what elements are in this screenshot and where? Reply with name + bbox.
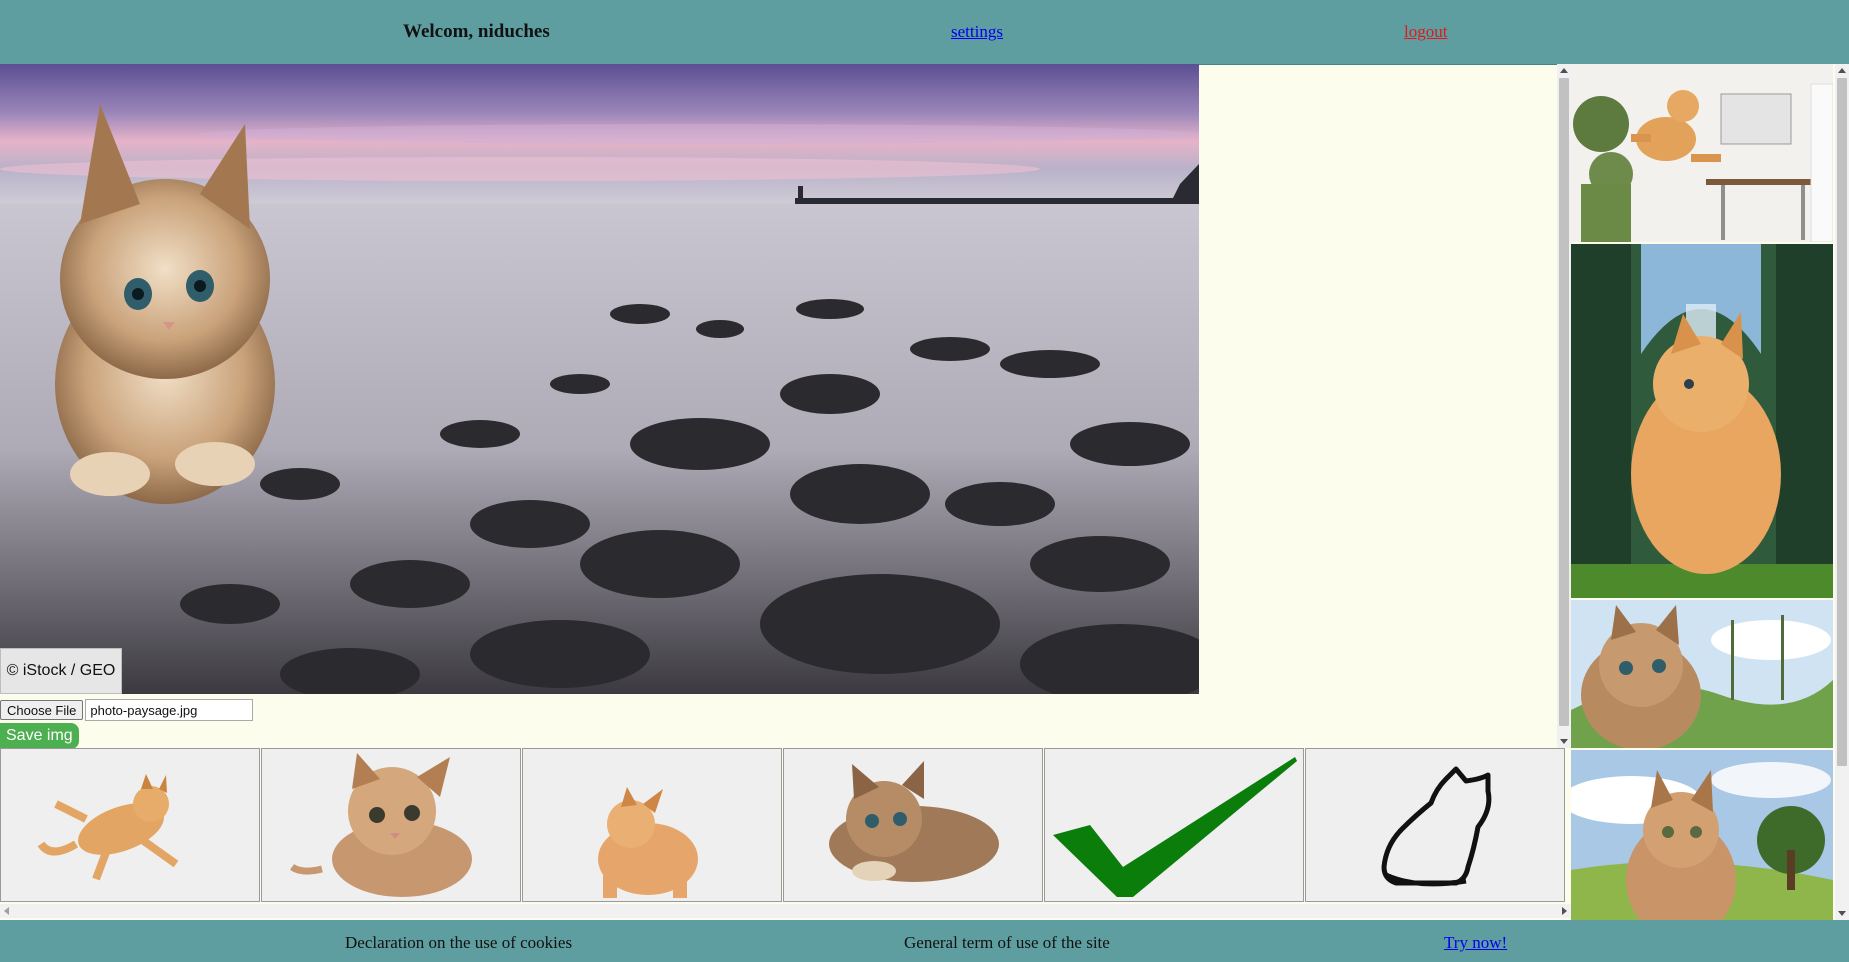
scroll-left-icon[interactable] [4, 907, 9, 915]
logout-link[interactable]: logout [1404, 22, 1447, 42]
footer: Declaration on the use of cookies Genera… [0, 920, 1849, 962]
sticker-checkmark[interactable] [1044, 748, 1304, 902]
sticker-orange-kitten[interactable] [522, 748, 782, 902]
scroll-right-icon[interactable] [1562, 907, 1567, 915]
choose-file-button[interactable]: Choose File [0, 700, 84, 720]
saved-image[interactable] [1571, 600, 1833, 748]
top-bar: Welcom, niduches settings logout [0, 0, 1849, 65]
file-name-field: photo-paysage.jpg [85, 699, 254, 721]
gallery-scrollbar[interactable] [0, 904, 1571, 918]
saved-image[interactable] [1571, 750, 1833, 920]
settings-link[interactable]: settings [951, 22, 1003, 42]
editor-area: © iStock / GEO Choose File photo-paysage… [0, 64, 1571, 748]
sticker-tabby-kitten[interactable] [261, 748, 521, 902]
saved-image[interactable] [1571, 244, 1833, 598]
scroll-thumb[interactable] [1837, 78, 1847, 766]
photo-credit: © iStock / GEO [0, 648, 122, 694]
sticker-gallery [0, 748, 1571, 904]
scroll-thumb[interactable] [1559, 78, 1569, 726]
sticker-leaping-cat[interactable] [0, 748, 260, 902]
scroll-down-icon[interactable] [1560, 739, 1568, 744]
scroll-up-icon[interactable] [1838, 68, 1846, 73]
checkmark-icon [1053, 757, 1297, 897]
sidebar-scrollbar[interactable] [1835, 64, 1849, 920]
cookies-declaration-link[interactable]: Declaration on the use of cookies [345, 933, 572, 953]
welcome-text: Welcom, niduches [403, 21, 550, 42]
sticker-cat-outline[interactable] [1305, 748, 1565, 902]
editor-scrollbar[interactable] [1557, 64, 1571, 748]
saved-images-sidebar [1571, 64, 1835, 920]
save-img-button[interactable]: Save img [0, 723, 79, 748]
cat-outline-icon [1381, 766, 1492, 887]
sticker-fluffy-kitten[interactable] [783, 748, 1043, 902]
try-now-link[interactable]: Try now! [1444, 933, 1507, 953]
file-upload-row: Choose File photo-paysage.jpg [0, 699, 254, 721]
scroll-down-icon[interactable] [1838, 911, 1846, 916]
saved-image[interactable] [1571, 64, 1833, 242]
terms-of-use-link[interactable]: General term of use of the site [904, 933, 1110, 953]
scroll-up-icon[interactable] [1560, 68, 1568, 73]
edited-photo[interactable]: © iStock / GEO [0, 64, 1199, 694]
